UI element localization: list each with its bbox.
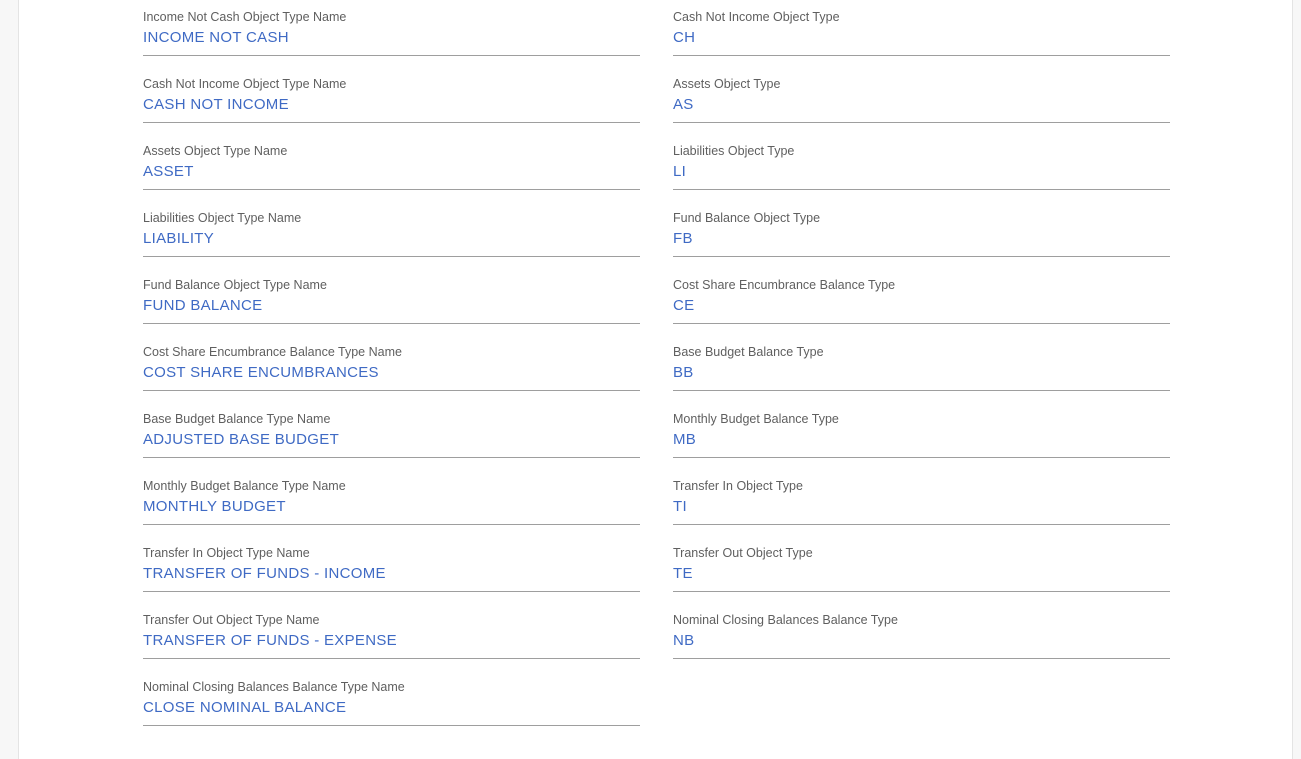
field-label: Cash Not Income Object Type Name — [143, 77, 347, 91]
field-label: Monthly Budget Balance Type — [673, 412, 839, 426]
field-label: Fund Balance Object Type Name — [143, 278, 327, 292]
field-value[interactable]: NB — [673, 632, 694, 649]
field-label: Transfer Out Object Type Name — [143, 613, 320, 627]
field-label: Monthly Budget Balance Type Name — [143, 479, 346, 493]
field-label: Fund Balance Object Type — [673, 211, 821, 225]
field-label: Liabilities Object Type Name — [143, 211, 302, 225]
assets-object-type-name-field[interactable]: Assets Object Type Name ASSET — [143, 134, 640, 190]
base-budget-balance-type-field[interactable]: Base Budget Balance Type BB — [673, 335, 1170, 391]
fund-balance-object-type-name-field[interactable]: Fund Balance Object Type Name FUND BALAN… — [143, 268, 640, 324]
field-value[interactable]: MONTHLY BUDGET — [143, 498, 286, 515]
assets-object-type-field[interactable]: Assets Object Type AS — [673, 67, 1170, 123]
field-value[interactable]: TRANSFER OF FUNDS - INCOME — [143, 565, 386, 582]
transfer-in-object-type-field[interactable]: Transfer In Object Type TI — [673, 469, 1170, 525]
field-value[interactable]: INCOME NOT CASH — [143, 29, 289, 46]
field-value[interactable]: COST SHARE ENCUMBRANCES — [143, 364, 379, 381]
field-value[interactable]: ADJUSTED BASE BUDGET — [143, 431, 339, 448]
monthly-budget-balance-type-name-field[interactable]: Monthly Budget Balance Type Name MONTHLY… — [143, 469, 640, 525]
field-label: Cost Share Encumbrance Balance Type Name — [143, 345, 402, 359]
base-budget-balance-type-name-field[interactable]: Base Budget Balance Type Name ADJUSTED B… — [143, 402, 640, 458]
field-value[interactable]: AS — [673, 96, 694, 113]
field-value[interactable]: TE — [673, 565, 693, 582]
field-label: Nominal Closing Balances Balance Type Na… — [143, 680, 405, 694]
field-label: Assets Object Type — [673, 77, 781, 91]
field-label: Nominal Closing Balances Balance Type — [673, 613, 898, 627]
field-value[interactable]: LI — [673, 163, 686, 180]
field-value[interactable]: FB — [673, 230, 693, 247]
transfer-out-object-type-field[interactable]: Transfer Out Object Type TE — [673, 536, 1170, 592]
field-label: Assets Object Type Name — [143, 144, 288, 158]
cash-not-income-object-type-field[interactable]: Cash Not Income Object Type CH — [673, 0, 1170, 56]
field-value[interactable]: ASSET — [143, 163, 194, 180]
field-value[interactable]: CLOSE NOMINAL BALANCE — [143, 699, 346, 716]
field-label: Income Not Cash Object Type Name — [143, 10, 347, 24]
liabilities-object-type-field[interactable]: Liabilities Object Type LI — [673, 134, 1170, 190]
field-label: Transfer In Object Type Name — [143, 546, 310, 560]
nominal-closing-balances-balance-type-name-field[interactable]: Nominal Closing Balances Balance Type Na… — [143, 670, 640, 726]
field-label: Liabilities Object Type — [673, 144, 795, 158]
field-value[interactable]: TI — [673, 498, 687, 515]
field-label: Transfer In Object Type — [673, 479, 803, 493]
income-not-cash-object-type-name-field[interactable]: Income Not Cash Object Type Name INCOME … — [143, 0, 640, 56]
field-value[interactable]: FUND BALANCE — [143, 297, 262, 314]
transfer-out-object-type-name-field[interactable]: Transfer Out Object Type Name TRANSFER O… — [143, 603, 640, 659]
fund-balance-object-type-field[interactable]: Fund Balance Object Type FB — [673, 201, 1170, 257]
field-value[interactable]: LIABILITY — [143, 230, 214, 247]
field-value[interactable]: CE — [673, 297, 694, 314]
monthly-budget-balance-type-field[interactable]: Monthly Budget Balance Type MB — [673, 402, 1170, 458]
field-label: Base Budget Balance Type Name — [143, 412, 331, 426]
liabilities-object-type-name-field[interactable]: Liabilities Object Type Name LIABILITY — [143, 201, 640, 257]
field-label: Cost Share Encumbrance Balance Type — [673, 278, 896, 292]
field-label: Transfer Out Object Type — [673, 546, 813, 560]
field-value[interactable]: TRANSFER OF FUNDS - EXPENSE — [143, 632, 397, 649]
field-value[interactable]: BB — [673, 364, 694, 381]
field-label: Cash Not Income Object Type — [673, 10, 840, 24]
cost-share-encumbrance-balance-type-name-field[interactable]: Cost Share Encumbrance Balance Type Name… — [143, 335, 640, 391]
field-value[interactable]: CASH NOT INCOME — [143, 96, 289, 113]
field-value[interactable]: MB — [673, 431, 696, 448]
cost-share-encumbrance-balance-type-field[interactable]: Cost Share Encumbrance Balance Type CE — [673, 268, 1170, 324]
nominal-closing-balances-balance-type-field[interactable]: Nominal Closing Balances Balance Type NB — [673, 603, 1170, 659]
transfer-in-object-type-name-field[interactable]: Transfer In Object Type Name TRANSFER OF… — [143, 536, 640, 592]
field-label: Base Budget Balance Type — [673, 345, 824, 359]
cash-not-income-object-type-name-field[interactable]: Cash Not Income Object Type Name CASH NO… — [143, 67, 640, 123]
form-card: Income Not Cash Object Type Name INCOME … — [18, 0, 1293, 759]
field-value[interactable]: CH — [673, 29, 695, 46]
